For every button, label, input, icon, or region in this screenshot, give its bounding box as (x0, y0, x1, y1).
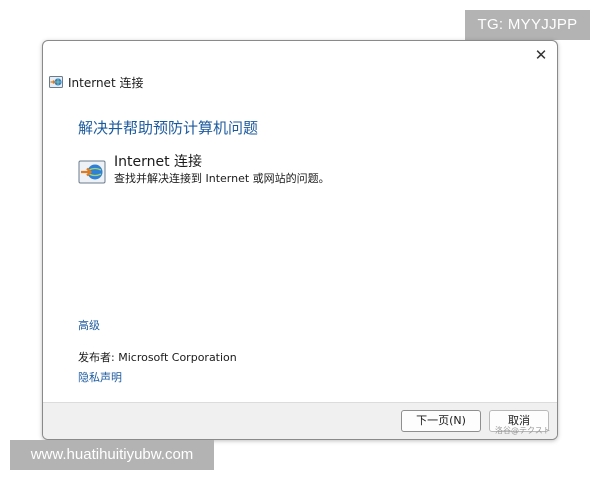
advanced-link[interactable]: 高级 (78, 317, 100, 333)
privacy-link[interactable]: 隐私声明 (78, 369, 122, 385)
publisher-label: 发布者: (78, 351, 115, 364)
troubleshooter-dialog: ✕ Internet 连接 解决并帮助预防计算机问题 Internet 连接 查… (42, 40, 558, 440)
close-button[interactable]: ✕ (531, 45, 551, 65)
network-globe-icon (78, 160, 106, 184)
publisher-value: Microsoft Corporation (118, 351, 237, 364)
page-heading: 解决并帮助预防计算机问题 (78, 119, 259, 137)
watermark-bottom: www.huatihuitiyubw.com (10, 440, 214, 470)
item-description: 查找并解决连接到 Internet 或网站的问题。 (114, 172, 330, 185)
window-title: Internet 连接 (68, 75, 144, 90)
item-title: Internet 连接 (114, 154, 203, 170)
troubleshoot-item-internet[interactable]: Internet 连接 查找并解决连接到 Internet 或网站的问题。 (78, 153, 330, 187)
watermark-top: TG: MYYJJPP (465, 10, 590, 40)
window-title-bar: Internet 连接 (49, 73, 143, 91)
network-globe-icon (49, 76, 63, 88)
next-button[interactable]: 下一页(N) (401, 410, 481, 432)
publisher-info: 发布者: Microsoft Corporation (78, 349, 237, 365)
dialog-footer: 下一页(N) 取消 洛谷@テクスト (43, 402, 557, 439)
corner-watermark: 洛谷@テクスト (495, 426, 551, 435)
